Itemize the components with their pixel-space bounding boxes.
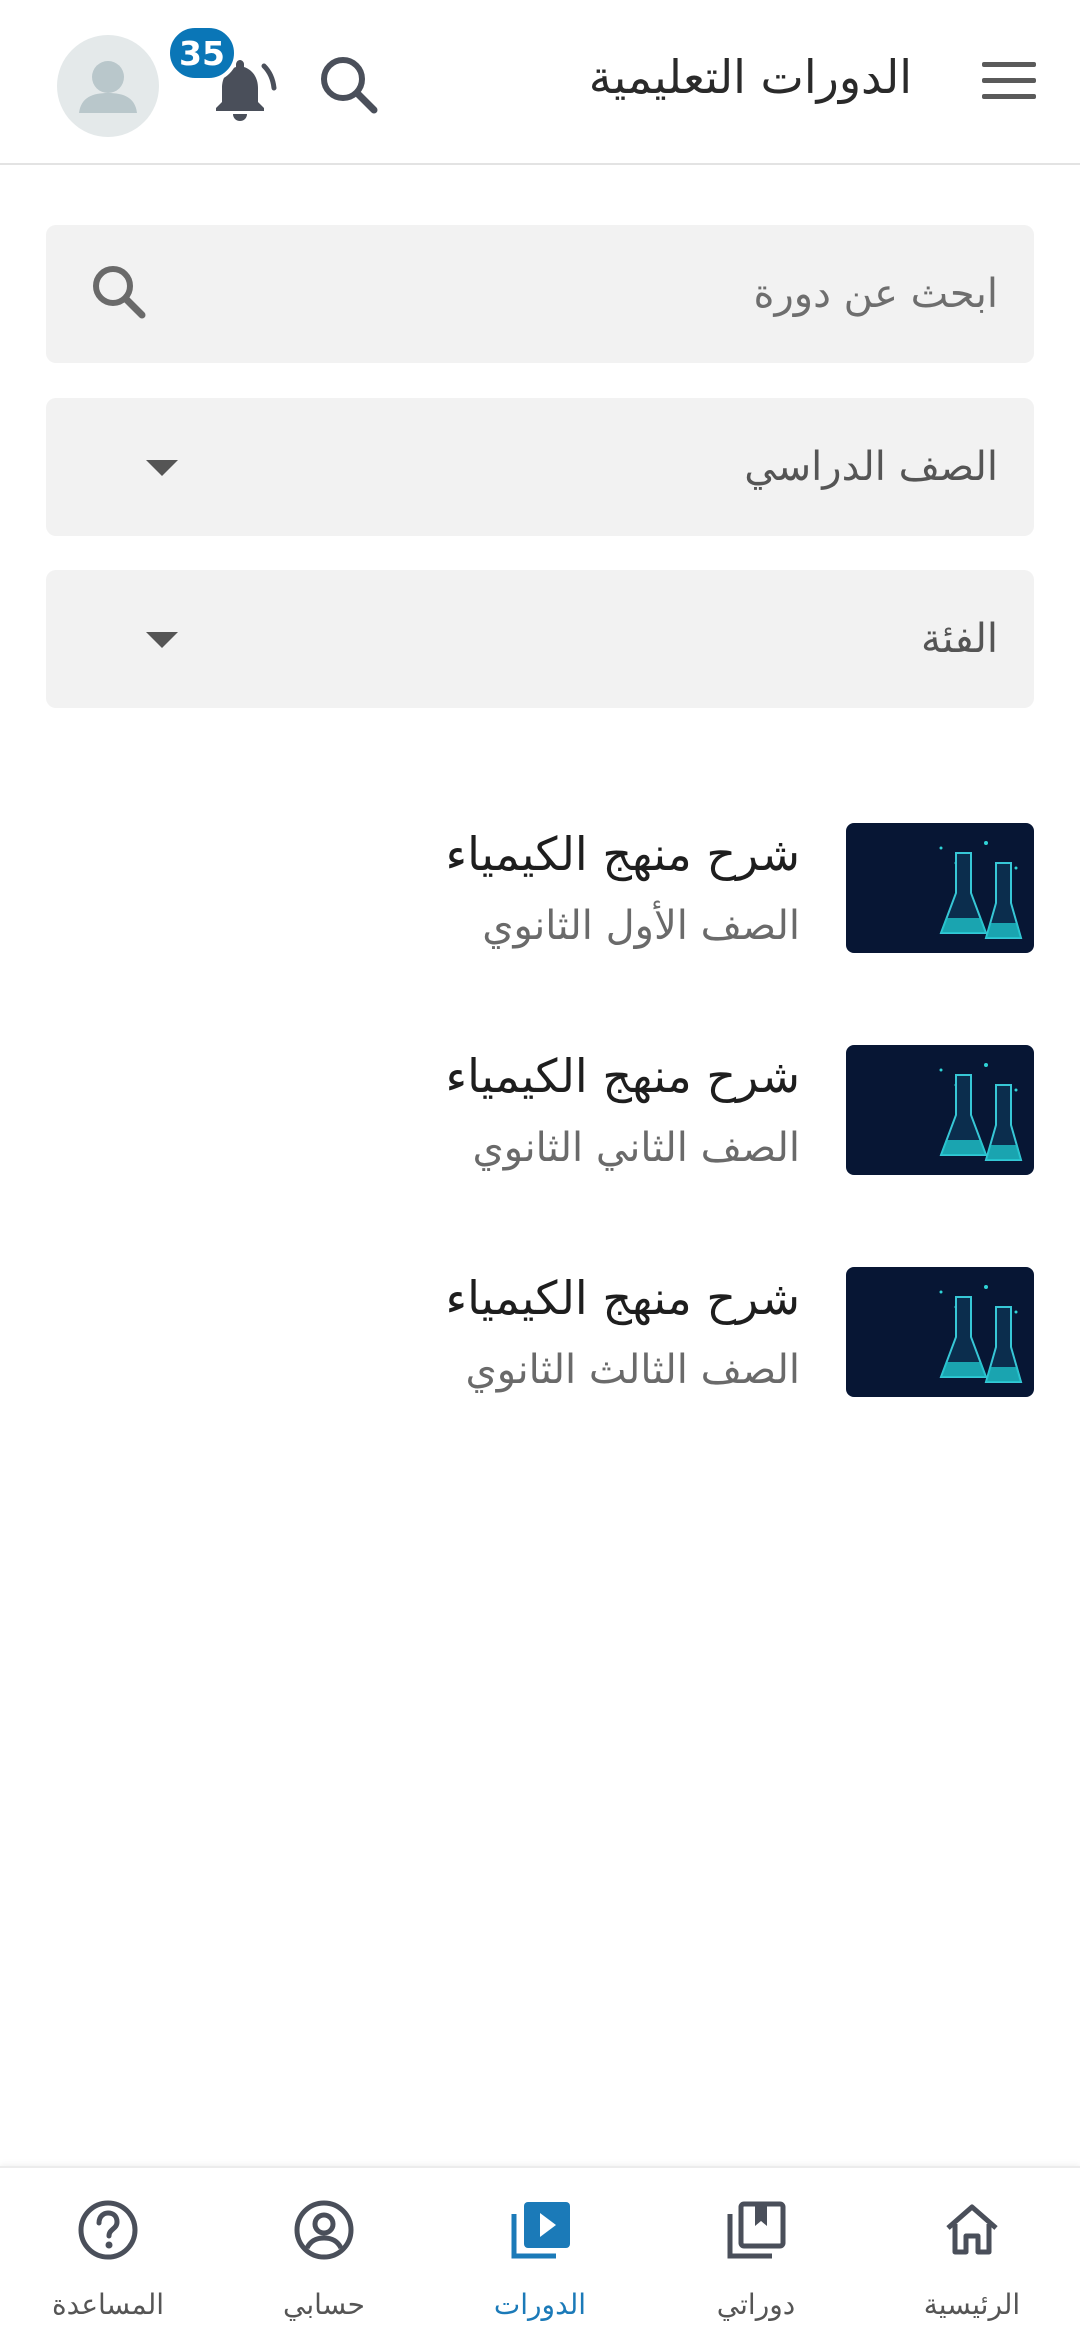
nav-label: الرئيسية	[923, 2288, 1021, 2321]
nav-label: حسابي	[283, 2288, 365, 2321]
course-list-item[interactable]: شرح منهج الكيمياء الصف الأول الثانوي	[420, 823, 1034, 955]
nav-item-courses[interactable]: الدورات	[432, 2168, 648, 2339]
search-icon	[93, 266, 146, 319]
course-list-item[interactable]: شرح منهج الكيمياء الصف الثالث الثانوي	[420, 1267, 1034, 1399]
category-select-label: الفئة	[920, 616, 998, 662]
course-title: شرح منهج الكيمياء	[445, 827, 800, 881]
course-list-item[interactable]: شرح منهج الكيمياء الصف الثاني الثانوي	[420, 1045, 1034, 1177]
category-select[interactable]: الفئة	[46, 570, 1034, 708]
nav-item-help[interactable]: المساعدة	[0, 2168, 216, 2339]
library-icon	[727, 2201, 786, 2259]
hamburger-menu-icon[interactable]	[982, 62, 1036, 104]
course-thumbnail	[846, 1267, 1034, 1397]
nav-item-my-courses[interactable]: دوراتي	[648, 2168, 864, 2339]
header-search-button[interactable]	[316, 52, 382, 118]
search-placeholder: ابحث عن دورة	[753, 271, 999, 317]
course-thumbnail	[846, 823, 1034, 953]
account-icon	[294, 2200, 354, 2260]
grade-select[interactable]: الصف الدراسي	[46, 398, 1034, 536]
bottom-navigation: المساعدة حسابي الدورات دوراتي الرئيسية	[0, 2166, 1080, 2339]
course-search-input[interactable]: ابحث عن دورة	[46, 225, 1034, 363]
grade-select-label: الصف الدراسي	[744, 444, 998, 490]
nav-label: الدورات	[493, 2288, 587, 2321]
user-avatar[interactable]	[57, 35, 159, 137]
course-grade: الصف الثالث الثانوي	[465, 1347, 800, 1393]
nav-item-home[interactable]: الرئيسية	[864, 2168, 1080, 2339]
notification-count-badge: 35	[166, 24, 238, 82]
nav-item-account[interactable]: حسابي	[216, 2168, 432, 2339]
course-thumbnail	[846, 1045, 1034, 1175]
caret-down-icon	[146, 460, 178, 476]
caret-down-icon	[146, 632, 178, 648]
course-grade: الصف الثاني الثانوي	[472, 1125, 800, 1171]
help-icon	[78, 2200, 138, 2260]
play-library-icon	[511, 2202, 570, 2259]
course-grade: الصف الأول الثانوي	[482, 903, 800, 949]
page-title: الدورات التعليمية	[588, 50, 912, 104]
nav-label: المساعدة	[51, 2288, 165, 2321]
course-title: شرح منهج الكيمياء	[445, 1271, 800, 1325]
nav-label: دوراتي	[716, 2288, 796, 2321]
course-title: شرح منهج الكيمياء	[445, 1049, 800, 1103]
app-header: 35 الدورات التعليمية	[0, 0, 1080, 165]
person-icon	[79, 61, 137, 113]
search-icon	[321, 57, 378, 114]
home-icon	[946, 2204, 998, 2255]
